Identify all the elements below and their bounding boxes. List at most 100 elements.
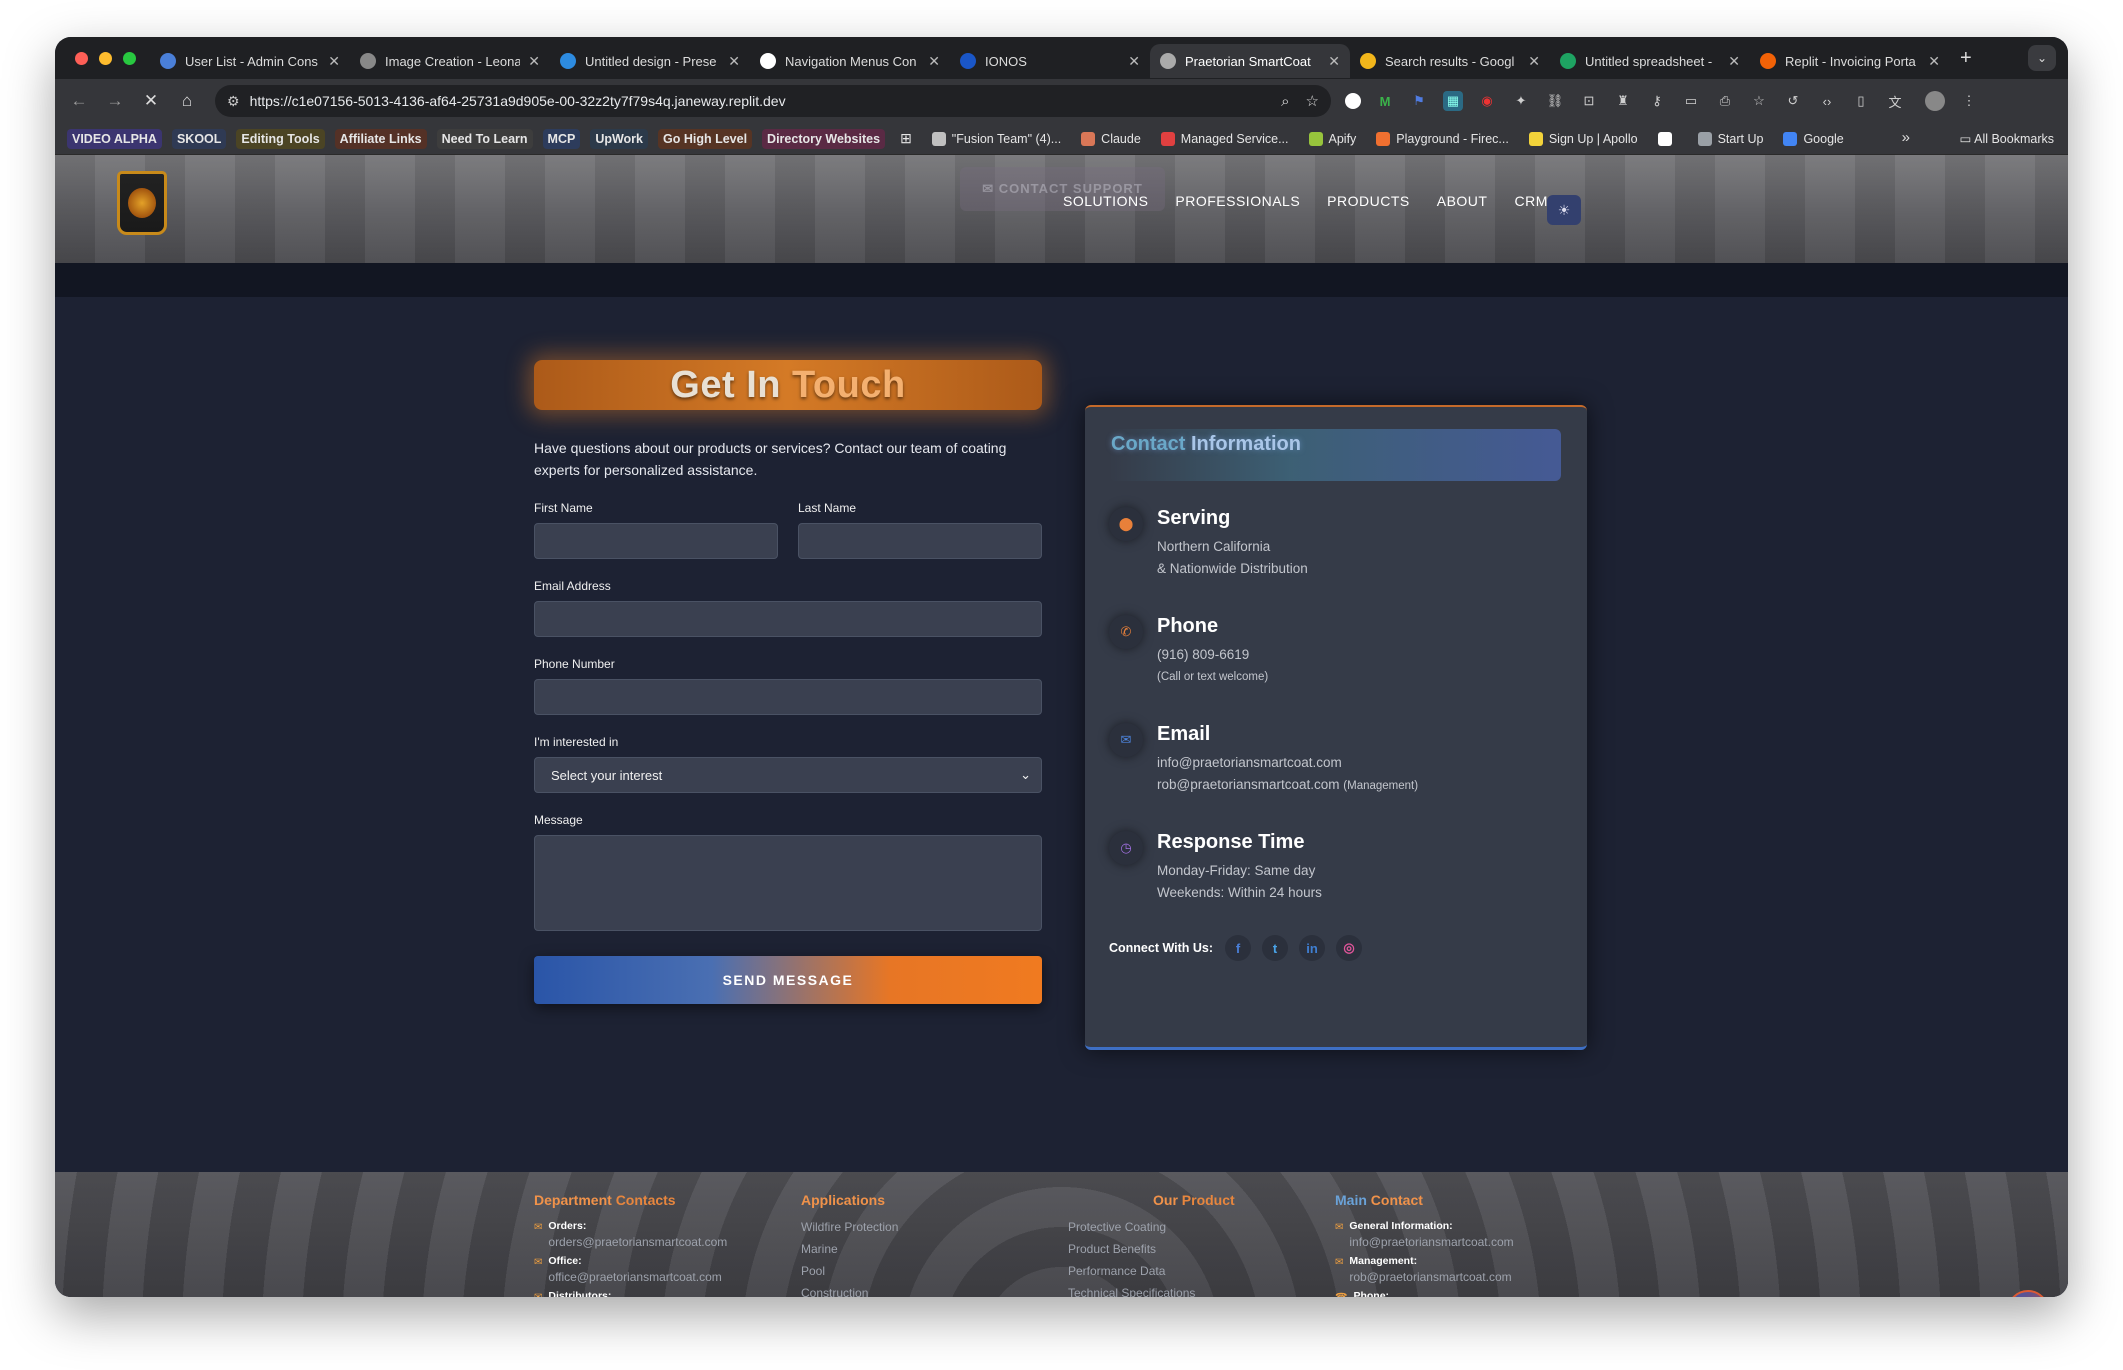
extension-grid-icon[interactable]: ▦ <box>1443 91 1463 111</box>
footer-link[interactable]: Marine <box>801 1242 898 1256</box>
footer-contact-value[interactable]: office@praetoriansmartcoat.com <box>548 1270 721 1284</box>
translate-icon[interactable]: 文 <box>1885 91 1905 111</box>
close-tab-icon[interactable]: ✕ <box>1728 53 1740 70</box>
extension-m-icon[interactable]: M <box>1375 91 1395 111</box>
interest-select[interactable]: Select your interest ⌄ <box>534 757 1042 793</box>
close-window-button[interactable] <box>75 51 88 65</box>
address-bar[interactable]: ⚙ https://c1e07156-5013-4136-af64-25731a… <box>215 85 1331 117</box>
menu-dots-icon[interactable]: ⋮ <box>1959 91 1979 111</box>
last-name-field[interactable] <box>798 523 1042 559</box>
incognito-icon[interactable]: ♜ <box>1613 91 1633 111</box>
nav-about[interactable]: ABOUT <box>1437 193 1488 209</box>
maximize-window-button[interactable] <box>123 51 136 65</box>
browser-tab[interactable]: Replit - Invoicing Porta ✕ <box>1750 44 1950 78</box>
footer-contact-value[interactable]: info@praetoriansmartcoat.com <box>1349 1235 1513 1249</box>
close-tab-icon[interactable]: ✕ <box>528 53 540 70</box>
more-bookmarks-icon[interactable]: » <box>1902 129 1910 146</box>
nav-professionals[interactable]: PROFESSIONALS <box>1175 193 1300 209</box>
trash-icon[interactable]: ▯ <box>1851 91 1871 111</box>
close-tab-icon[interactable]: ✕ <box>928 53 940 70</box>
close-tab-icon[interactable]: ✕ <box>328 53 340 70</box>
cast-icon[interactable]: ▭ <box>1681 91 1701 111</box>
footer-link[interactable]: Construction <box>801 1286 898 1297</box>
zoom-icon[interactable]: ⌕ <box>1281 93 1289 110</box>
back-icon[interactable]: ← <box>61 91 97 111</box>
apps-grid-icon[interactable]: ⊞ <box>895 127 917 150</box>
new-tab-button[interactable]: + <box>1960 47 1972 70</box>
bookmark-folder[interactable]: Directory Websites <box>762 128 886 149</box>
footer-link[interactable]: Protective Coating <box>1068 1220 1235 1234</box>
linkedin-icon[interactable]: in <box>1299 935 1326 961</box>
footer-link[interactable]: Performance Data <box>1068 1264 1235 1278</box>
bookmark-link[interactable]: Start Up <box>1693 129 1769 149</box>
extensions-puzzle-icon[interactable]: ✦ <box>1511 91 1531 111</box>
theme-toggle-icon[interactable]: ☀ <box>1547 195 1581 225</box>
extension-pokeball-icon[interactable]: ◉ <box>1477 91 1497 111</box>
footer-contact-value[interactable]: orders@praetoriansmartcoat.com <box>548 1235 727 1249</box>
footer-link[interactable]: Pool <box>801 1264 898 1278</box>
browser-tab[interactable]: Untitled design - Prese ✕ <box>550 44 750 78</box>
home-icon[interactable]: ⌂ <box>169 91 205 111</box>
browser-tab[interactable]: Image Creation - Leona ✕ <box>350 44 550 78</box>
footer-contact-value[interactable]: rob@praetoriansmartcoat.com <box>1349 1270 1511 1284</box>
phone-field[interactable] <box>534 679 1042 715</box>
star-icon[interactable]: ☆ <box>1749 91 1769 111</box>
browser-tab[interactable]: Untitled spreadsheet - ✕ <box>1550 44 1750 78</box>
close-tab-icon[interactable]: ✕ <box>1928 53 1940 70</box>
bookmark-link[interactable]: Sign Up | Apollo <box>1524 129 1643 149</box>
minimize-window-button[interactable] <box>99 51 112 65</box>
facebook-icon[interactable]: f <box>1225 935 1252 961</box>
password-key-icon[interactable]: ⚷ <box>1647 91 1667 111</box>
footer-link[interactable]: Product Benefits <box>1068 1242 1235 1256</box>
print-icon[interactable]: ⎙ <box>1715 91 1735 111</box>
url-text[interactable]: https://c1e07156-5013-4136-af64-25731a9d… <box>250 93 1266 109</box>
browser-tab[interactable]: Search results - Googl ✕ <box>1350 44 1550 78</box>
site-info-icon[interactable]: ⚙ <box>227 93 240 110</box>
browser-tab[interactable]: IONOS ✕ <box>950 44 1150 78</box>
phone-number[interactable]: (916) 809-6619 <box>1157 644 1268 666</box>
bookmark-star-icon[interactable]: ☆ <box>1306 92 1319 110</box>
profile-avatar[interactable] <box>1925 91 1945 111</box>
close-tab-icon[interactable]: ✕ <box>1128 53 1140 70</box>
history-icon[interactable]: ↺ <box>1783 91 1803 111</box>
stop-loading-icon[interactable]: ✕ <box>133 91 169 111</box>
browser-tab[interactable]: Navigation Menus Con ✕ <box>750 44 950 78</box>
bookmark-folder[interactable]: VIDEO ALPHA <box>67 128 162 149</box>
bookmark-folder[interactable]: UpWork <box>590 128 648 149</box>
extension-flag-icon[interactable]: ⚑ <box>1409 91 1429 111</box>
bookmark-folder[interactable]: MCP <box>542 128 581 149</box>
footer-link[interactable]: Wildfire Protection <box>801 1220 898 1234</box>
bookmark-link[interactable]: Google <box>1778 129 1848 149</box>
first-name-field[interactable] <box>534 523 778 559</box>
bookmark-folder[interactable]: Need To Learn <box>436 128 533 149</box>
email-info-address[interactable]: info@praetoriansmartcoat.com <box>1157 752 1418 774</box>
message-textarea[interactable] <box>534 835 1042 931</box>
screenshot-icon[interactable]: ⊡ <box>1579 91 1599 111</box>
code-icon[interactable]: ‹› <box>1817 91 1837 111</box>
email-field[interactable] <box>534 601 1042 637</box>
send-message-button[interactable]: SEND MESSAGE <box>534 956 1042 1004</box>
bookmark-folder[interactable]: Editing Tools <box>236 128 325 149</box>
browser-tab[interactable]: User List - Admin Cons ✕ <box>150 44 350 78</box>
browser-tab[interactable]: Praetorian SmartCoat ✕ <box>1150 44 1350 78</box>
nav-crm[interactable]: CRM <box>1514 193 1547 209</box>
bookmark-link[interactable]: Claude <box>1076 129 1146 149</box>
bookmark-link[interactable]: Managed Service... <box>1156 129 1294 149</box>
extension-icon[interactable] <box>1345 93 1361 109</box>
close-tab-icon[interactable]: ✕ <box>728 53 740 70</box>
bookmark-folder[interactable]: SKOOL <box>171 128 227 149</box>
nav-products[interactable]: PRODUCTS <box>1327 193 1410 209</box>
link-icon[interactable]: ⛓ <box>1545 91 1565 111</box>
bookmark-link[interactable] <box>1653 129 1683 149</box>
bookmark-link[interactable]: "Fusion Team" (4)... <box>927 129 1066 149</box>
close-tab-icon[interactable]: ✕ <box>1528 53 1540 70</box>
bookmark-link[interactable]: Apify <box>1304 129 1362 149</box>
nav-solutions[interactable]: SOLUTIONS <box>1063 193 1148 209</box>
close-tab-icon[interactable]: ✕ <box>1328 53 1340 70</box>
all-bookmarks-link[interactable]: ▭ All Bookmarks <box>1960 131 2054 146</box>
bookmark-link[interactable]: Playground - Firec... <box>1371 129 1514 149</box>
instagram-icon[interactable]: ◎ <box>1336 935 1363 961</box>
site-logo[interactable] <box>117 171 167 235</box>
email-management-address[interactable]: rob@praetoriansmartcoat.com <box>1157 777 1340 792</box>
tab-search-button[interactable]: ⌄ <box>2028 45 2056 71</box>
